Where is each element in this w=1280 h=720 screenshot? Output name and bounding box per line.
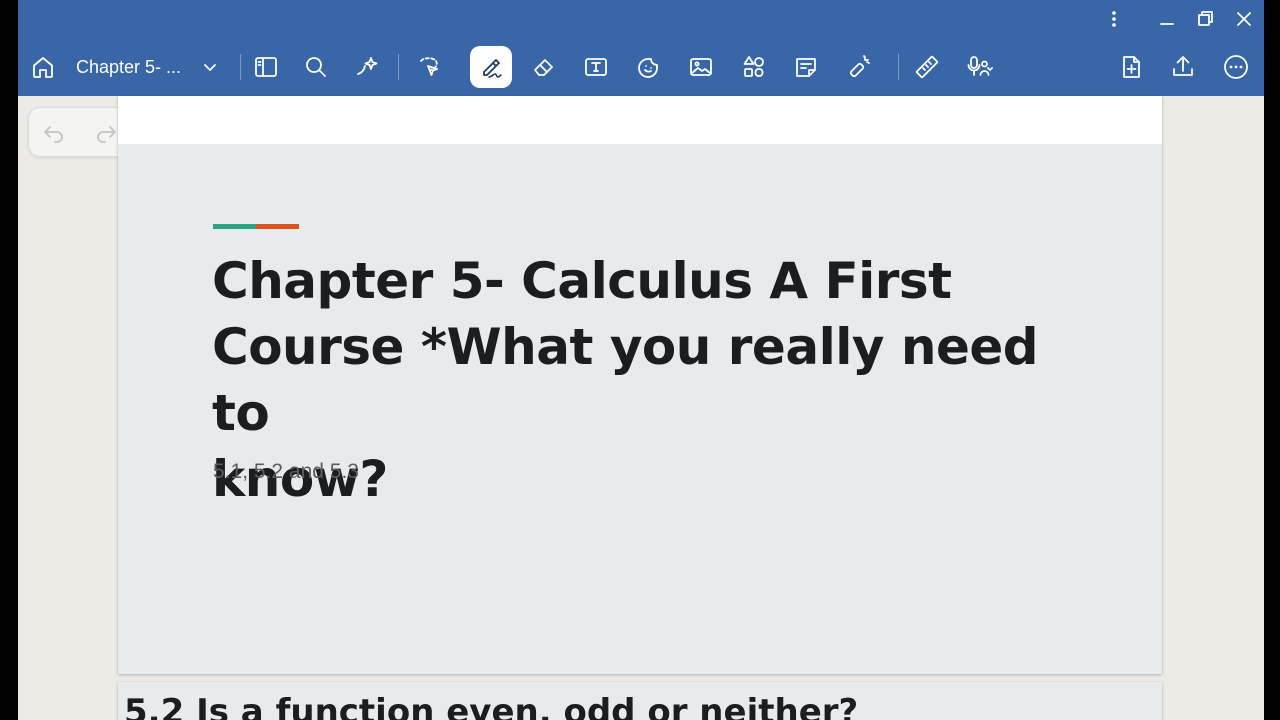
pen-icon[interactable] (470, 46, 512, 88)
sticker-icon[interactable] (628, 46, 670, 88)
sparkle-icon[interactable] (346, 46, 388, 88)
undo-redo-bar (28, 107, 132, 157)
kebab-menu-icon[interactable] (1102, 7, 1126, 31)
microphone-icon[interactable] (958, 46, 1000, 88)
title-accent-bar (213, 224, 299, 229)
close-icon[interactable] (1232, 7, 1256, 31)
add-page-icon[interactable] (1110, 46, 1152, 88)
home-icon[interactable] (22, 46, 64, 88)
ruler-icon[interactable] (906, 46, 948, 88)
app-window: Chapter 5- ... Chapter 5- Calculus A Fir… (18, 0, 1264, 720)
slide-title-line: Course *What you really need to (212, 318, 1039, 442)
sticky-note-icon[interactable] (785, 46, 827, 88)
eraser-icon[interactable] (523, 46, 565, 88)
document-title[interactable]: Chapter 5- ... (76, 57, 181, 78)
toolbar-divider (398, 54, 399, 80)
laser-pointer-icon[interactable] (838, 46, 880, 88)
document-page[interactable]: Chapter 5- Calculus A First Course *What… (118, 96, 1162, 674)
text-box-icon[interactable] (575, 46, 617, 88)
slide-subtitle: 5.1, 5.2 and 5.3 (213, 460, 359, 483)
more-icon[interactable] (1215, 46, 1257, 88)
share-icon[interactable] (1162, 46, 1204, 88)
lasso-select-icon[interactable] (408, 46, 450, 88)
main-toolbar: Chapter 5- ... (18, 38, 1264, 96)
minimize-icon[interactable] (1155, 7, 1179, 31)
toolbar-divider (240, 54, 241, 80)
page-top-strip (118, 96, 1162, 144)
redo-icon[interactable] (93, 120, 119, 146)
next-slide-title: 5.2 Is a function even, odd or neither? (124, 692, 859, 720)
chevron-down-icon[interactable] (200, 56, 220, 78)
next-document-page[interactable]: 5.2 Is a function even, odd or neither? (118, 682, 1162, 720)
sidebar-panel-icon[interactable] (245, 46, 287, 88)
search-icon[interactable] (295, 46, 337, 88)
shapes-icon[interactable] (733, 46, 775, 88)
title-bar (18, 0, 1264, 38)
restore-icon[interactable] (1193, 7, 1217, 31)
slide-title-line: Chapter 5- Calculus A First (212, 252, 952, 310)
undo-icon[interactable] (41, 120, 67, 146)
image-icon[interactable] (680, 46, 722, 88)
toolbar-divider (898, 54, 899, 80)
